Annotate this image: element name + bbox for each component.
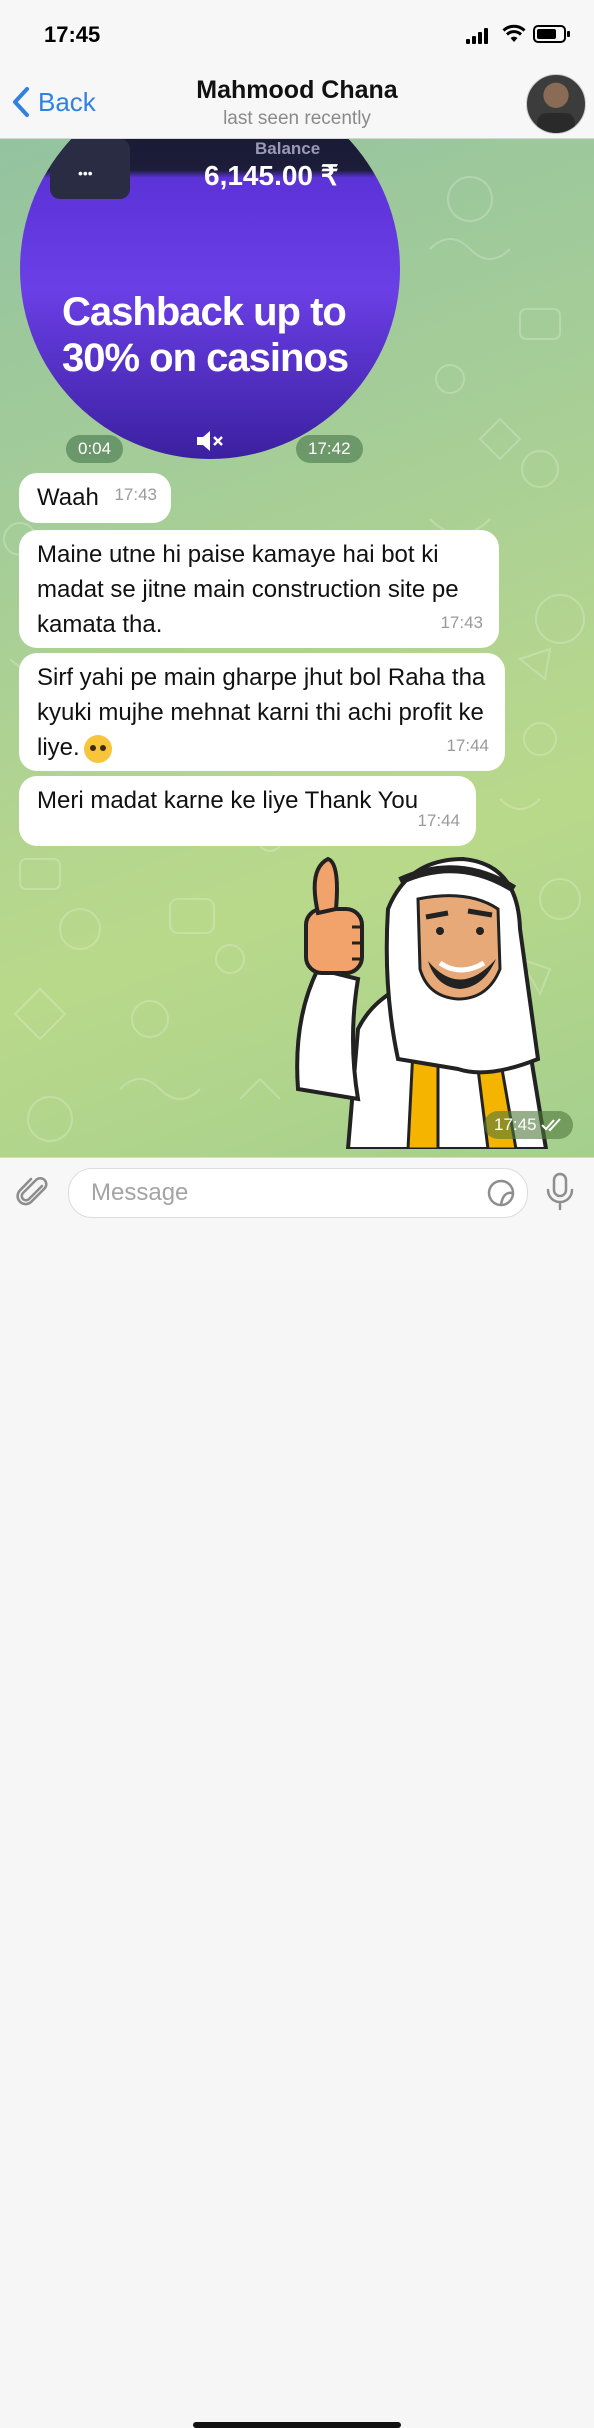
message-input[interactable] xyxy=(89,1175,473,1211)
chat-area[interactable]: ••• Balance 6,145.00 ₹ Cashback up to 30… xyxy=(0,139,594,1157)
message-bubble[interactable]: Sirf yahi pe main gharpe jhut bol Raha t… xyxy=(19,653,505,771)
wifi-icon xyxy=(502,24,526,42)
contact-name[interactable]: Mahmood Chana xyxy=(0,76,594,105)
message-text: Maine utne hi paise kamaye hai bot ki ma… xyxy=(37,541,459,638)
message-time: 17:44 xyxy=(417,811,460,830)
message-text: Waah xyxy=(37,484,99,511)
signal-icon xyxy=(466,28,488,44)
chat-header: Back Mahmood Chana last seen recently xyxy=(0,70,594,139)
microphone-icon[interactable] xyxy=(544,1172,576,1212)
battery-icon xyxy=(533,25,570,43)
message-text-with-emoji: Sirf yahi pe main gharpe jhut bol Raha t… xyxy=(37,660,497,765)
message-bubble[interactable]: Meri madat karne ke liye Thank You 17:44 xyxy=(19,776,476,846)
video-dots: ••• xyxy=(78,165,93,181)
status-bar: 17:45 xyxy=(0,0,594,70)
double-check-icon xyxy=(540,1118,561,1132)
contact-status: last seen recently xyxy=(223,108,371,129)
message-time: 17:43 xyxy=(114,485,157,504)
sticker-time: 17:45 xyxy=(494,1115,537,1134)
message-input-bar xyxy=(0,1157,594,2428)
video-promo-text: Cashback up to 30% on casinos xyxy=(62,290,349,380)
message-bubble[interactable]: Maine utne hi paise kamaye hai bot ki ma… xyxy=(19,530,499,648)
home-indicator xyxy=(193,2422,401,2428)
video-duration: 0:04 xyxy=(66,435,124,463)
video-balance-value: 6,145.00 ₹ xyxy=(204,160,339,191)
paperclip-icon[interactable] xyxy=(16,1174,52,1210)
pleading-face-emoji-icon xyxy=(83,734,112,763)
video-timestamp: 17:42 xyxy=(296,435,363,463)
avatar[interactable] xyxy=(526,74,586,134)
message-time: 17:43 xyxy=(440,613,483,632)
message-time: 17:44 xyxy=(446,736,489,755)
message-field[interactable] xyxy=(68,1168,528,1218)
video-balance-label: Balance xyxy=(255,139,321,158)
status-time: 17:45 xyxy=(44,22,101,47)
thumbs-up-sticker[interactable] xyxy=(288,849,570,1149)
message-bubble[interactable]: Waah 17:43 xyxy=(19,473,171,523)
sticker-timestamp: 17:45 xyxy=(484,1111,573,1139)
muted-speaker-icon[interactable] xyxy=(195,429,225,453)
sticker-icon[interactable] xyxy=(485,1177,517,1209)
